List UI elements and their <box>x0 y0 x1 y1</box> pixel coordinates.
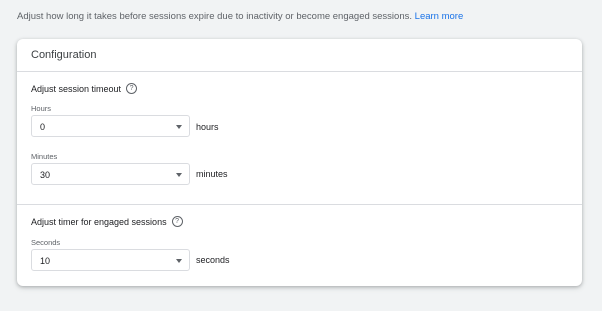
seconds-unit: seconds <box>196 255 230 265</box>
session-timeout-heading: Adjust session timeout ? <box>31 83 138 94</box>
seconds-value: 10 <box>40 256 51 266</box>
dropdown-arrow-icon <box>176 259 182 263</box>
minutes-select[interactable]: 30 <box>31 163 190 185</box>
configuration-card: Configuration Adjust session timeout ? H… <box>17 39 582 286</box>
help-icon[interactable]: ? <box>126 83 138 94</box>
engaged-sessions-heading: Adjust timer for engaged sessions ? <box>31 216 183 227</box>
minutes-value: 30 <box>40 170 51 180</box>
intro-text: Adjust how long it takes before sessions… <box>17 11 463 22</box>
hours-value: 0 <box>40 122 46 132</box>
hours-label: Hours <box>31 104 52 113</box>
dropdown-arrow-icon <box>176 173 182 177</box>
minutes-label: Minutes <box>31 152 58 161</box>
hours-select[interactable]: 0 <box>31 115 190 137</box>
seconds-label: Seconds <box>31 238 61 247</box>
engaged-sessions-title: Adjust timer for engaged sessions <box>31 216 167 227</box>
section-divider <box>17 204 582 205</box>
card-title: Configuration <box>31 49 97 61</box>
card-header: Configuration <box>17 39 582 72</box>
minutes-unit: minutes <box>196 169 228 179</box>
seconds-select[interactable]: 10 <box>31 249 190 271</box>
hours-unit: hours <box>196 122 219 132</box>
session-timeout-title: Adjust session timeout <box>31 83 122 94</box>
learn-more-link[interactable]: Learn more <box>415 11 464 22</box>
help-icon[interactable]: ? <box>171 216 183 227</box>
intro-description: Adjust how long it takes before sessions… <box>17 11 413 22</box>
dropdown-arrow-icon <box>176 125 182 129</box>
